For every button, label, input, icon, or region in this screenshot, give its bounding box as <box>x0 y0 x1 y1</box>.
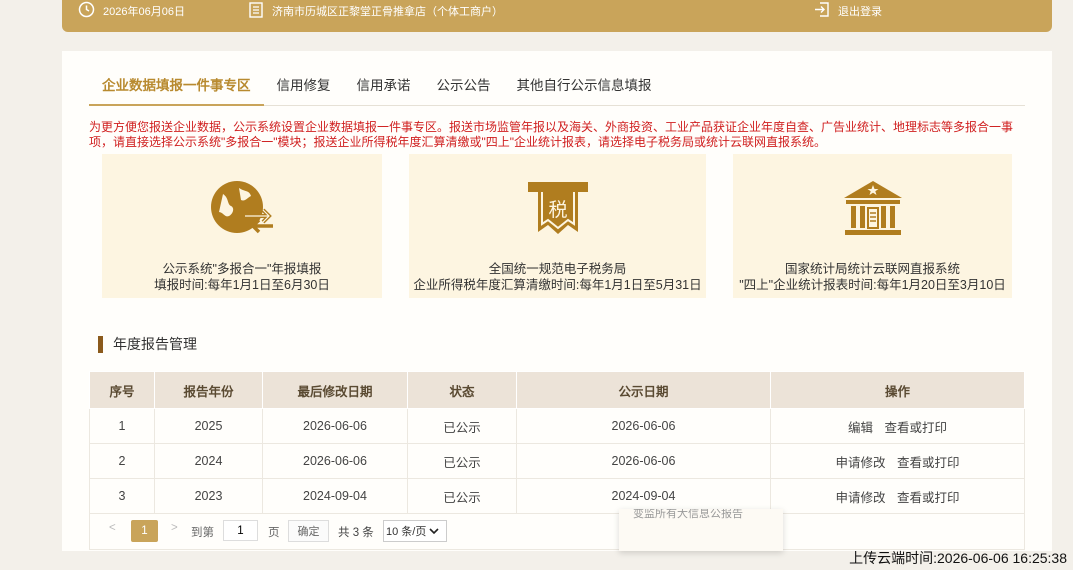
next-page-button[interactable]: > <box>171 522 178 534</box>
col-header: 状态 <box>407 371 517 409</box>
date-display: 2026年06月06日 <box>78 0 185 22</box>
cell-actions: 申请修改 查看或打印 <box>770 443 1025 479</box>
confirm-button[interactable]: 确定 <box>288 520 329 542</box>
card-subtitle: 企业所得税年度汇算清缴时间:每年1月1日至5月31日 <box>413 278 702 292</box>
cell-year: 2024 <box>154 443 263 479</box>
main-panel: 企业数据填报一件事专区 信用修复 信用承诺 公示公告 其他自行公示信息填报 为更… <box>62 51 1052 551</box>
cell-no: 1 <box>89 408 155 444</box>
view-print-link[interactable]: 查看或打印 <box>897 491 960 505</box>
table-row: 3 2023 2024-09-04 已公示 2024-09-04 申请修改 查看… <box>89 478 1025 514</box>
tax-ticket-icon: 税 <box>527 182 588 234</box>
cell-modified: 2026-06-06 <box>262 443 408 479</box>
tab-credit-commitment[interactable]: 信用承诺 <box>344 65 424 106</box>
section-title-text: 年度报告管理 <box>113 336 197 352</box>
globe-exchange-icon <box>211 181 273 234</box>
shop-icon <box>248 1 264 22</box>
table-header-row: 序号 报告年份 最后修改日期 状态 公示日期 操作 <box>89 371 1025 409</box>
request-modify-link[interactable]: 申请修改 <box>835 456 885 470</box>
page-label: 页 <box>268 527 280 539</box>
card-e-tax[interactable]: 税 全国统一规范电子税务局 企业所得税年度汇算清缴时间:每年1月1日至5月31日 <box>409 154 706 298</box>
col-header: 序号 <box>89 371 155 409</box>
cell-modified: 2024-09-04 <box>262 478 408 514</box>
cell-no: 3 <box>89 478 155 514</box>
tab-other-disclosure[interactable]: 其他自行公示信息填报 <box>504 65 665 106</box>
top-bar: 2026年06月06日 济南市历城区正黎堂正骨推拿店（个体工商户） 退出登录 <box>62 0 1052 32</box>
col-header: 公示日期 <box>516 371 771 409</box>
card-subtitle: "四上"企业统计报表时间:每年1月20日至3月10日 <box>739 278 1006 292</box>
cell-status: 已公示 <box>407 478 517 514</box>
goto-label: 到第 <box>191 527 214 539</box>
logout-label: 退出登录 <box>838 6 882 18</box>
view-print-link[interactable]: 查看或打印 <box>897 456 960 470</box>
col-header: 最后修改日期 <box>262 371 408 409</box>
total-count: 共 3 条 <box>338 527 374 539</box>
notice-text: 为更方便您报送企业数据，公示系统设置企业数据填报一件事专区。报送市场监管年报以及… <box>89 120 1014 149</box>
cell-actions: 申请修改 查看或打印 <box>770 478 1025 514</box>
logout-icon <box>814 1 830 21</box>
pagination: < 1 > 到第 页 确定 共 3 条 10 条/页 <box>89 512 1025 550</box>
page-size-value: 10 条/页 <box>386 526 427 538</box>
tab-data-filing[interactable]: 企业数据填报一件事专区 <box>89 65 264 106</box>
date-text: 2026年06月06日 <box>103 6 185 18</box>
upload-time: 上传云端时间:2026-06-06 16:25:38 <box>849 550 1067 566</box>
edit-link[interactable]: 编辑 <box>848 421 873 435</box>
tab-bar: 企业数据填报一件事专区 信用修复 信用承诺 公示公告 其他自行公示信息填报 <box>89 65 1025 106</box>
annual-report-table: 序号 报告年份 最后修改日期 状态 公示日期 操作 1 2025 2026-06… <box>89 371 1025 514</box>
table-row: 1 2025 2026-06-06 已公示 2026-06-06 编辑 查看或打… <box>89 408 1025 444</box>
clock-icon <box>78 1 95 21</box>
cell-published: 2026-06-06 <box>516 408 771 444</box>
tax-glyph: 税 <box>548 199 567 221</box>
cell-actions: 编辑 查看或打印 <box>770 408 1025 444</box>
cell-status: 已公示 <box>407 443 517 479</box>
chevron-down-icon <box>429 528 439 535</box>
section-marker <box>98 335 103 353</box>
logout-button[interactable]: 退出登录 <box>814 0 882 22</box>
shop-display: 济南市历城区正黎堂正骨推拿店（个体工商户） <box>248 0 503 22</box>
tab-public-notice[interactable]: 公示公告 <box>424 65 504 106</box>
government-building-icon <box>843 181 902 235</box>
tab-credit-repair[interactable]: 信用修复 <box>264 65 344 106</box>
view-print-link[interactable]: 查看或打印 <box>884 421 947 435</box>
col-header: 操作 <box>770 371 1025 409</box>
request-modify-link[interactable]: 申请修改 <box>835 491 885 505</box>
popup-overlay: 变监所有大信息公报告 <box>619 509 783 551</box>
card-multi-report[interactable]: 公示系统"多报合一"年报填报 填报时间:每年1月1日至6月30日 <box>102 154 382 298</box>
card-subtitle: 填报时间:每年1月1日至6月30日 <box>154 278 330 292</box>
section-title: 年度报告管理 <box>98 334 197 354</box>
cell-no: 2 <box>89 443 155 479</box>
page-1-button[interactable]: 1 <box>131 520 158 542</box>
table-row: 2 2024 2026-06-06 已公示 2026-06-06 申请修改 查看… <box>89 443 1025 479</box>
popup-text: 变监所有大信息公报告 <box>633 509 743 520</box>
goto-page-input[interactable] <box>223 520 258 541</box>
page-size-select[interactable]: 10 条/页 <box>383 520 447 542</box>
cell-published: 2026-06-06 <box>516 443 771 479</box>
prev-page-button[interactable]: < <box>109 522 116 534</box>
cell-status: 已公示 <box>407 408 517 444</box>
card-statistics[interactable]: 国家统计局统计云联网直报系统 "四上"企业统计报表时间:每年1月20日至3月10… <box>733 154 1012 298</box>
col-header: 报告年份 <box>154 371 263 409</box>
cell-modified: 2026-06-06 <box>262 408 408 444</box>
cell-year: 2025 <box>154 408 263 444</box>
shop-name: 济南市历城区正黎堂正骨推拿店（个体工商户） <box>272 6 503 18</box>
cell-year: 2023 <box>154 478 263 514</box>
